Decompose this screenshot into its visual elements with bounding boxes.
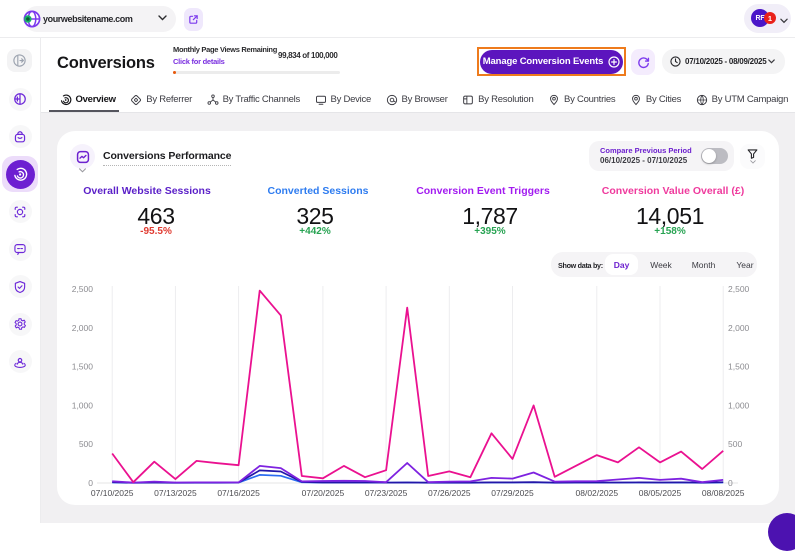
svg-text:07/23/2025: 07/23/2025	[365, 488, 408, 498]
svg-text:1,500: 1,500	[728, 362, 750, 372]
svg-text:2,500: 2,500	[728, 284, 750, 294]
svg-text:0: 0	[88, 478, 93, 488]
svg-text:08/05/2025: 08/05/2025	[639, 488, 682, 498]
svg-text:1,500: 1,500	[72, 362, 94, 372]
svg-text:07/10/2025: 07/10/2025	[91, 488, 134, 498]
svg-text:500: 500	[728, 439, 742, 449]
svg-text:07/29/2025: 07/29/2025	[491, 488, 534, 498]
svg-text:1,000: 1,000	[728, 400, 750, 410]
svg-text:2,000: 2,000	[728, 323, 750, 333]
svg-text:08/02/2025: 08/02/2025	[576, 488, 619, 498]
svg-text:07/13/2025: 07/13/2025	[154, 488, 197, 498]
svg-text:07/26/2025: 07/26/2025	[428, 488, 471, 498]
svg-text:2,000: 2,000	[72, 323, 94, 333]
svg-text:07/20/2025: 07/20/2025	[302, 488, 345, 498]
svg-text:0: 0	[728, 478, 733, 488]
svg-text:2,500: 2,500	[72, 284, 94, 294]
svg-text:1,000: 1,000	[72, 400, 94, 410]
svg-text:07/16/2025: 07/16/2025	[217, 488, 260, 498]
svg-text:500: 500	[79, 439, 93, 449]
svg-text:08/08/2025: 08/08/2025	[702, 488, 745, 498]
